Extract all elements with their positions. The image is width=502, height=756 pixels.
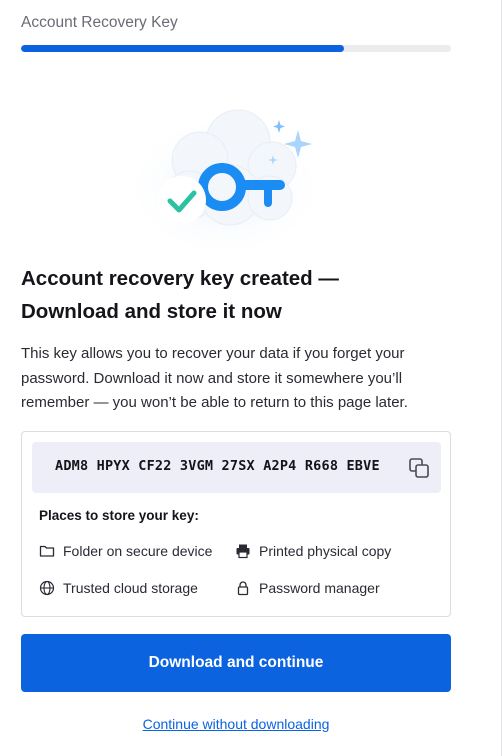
recovery-key-page: Account Recovery Key Account recovery ke… (0, 0, 502, 756)
lock-icon (235, 580, 251, 596)
continue-without-downloading-link[interactable]: Continue without downloading (0, 716, 472, 732)
page-title: Account recovery key created — Download … (21, 262, 461, 328)
folder-icon (39, 543, 55, 559)
recovery-key-box: ADM8 HPYX CF22 3VGM 27SX A2P4 R668 EBVE (32, 442, 441, 493)
place-label: Folder on secure device (63, 543, 213, 559)
recovery-key-card: ADM8 HPYX CF22 3VGM 27SX A2P4 R668 EBVE … (21, 431, 451, 617)
hero-illustration (130, 100, 330, 250)
step-title: Account Recovery Key (21, 14, 178, 31)
download-and-continue-button[interactable]: Download and continue (21, 634, 451, 692)
place-label: Trusted cloud storage (63, 580, 198, 596)
recovery-key-value[interactable]: ADM8 HPYX CF22 3VGM 27SX A2P4 R668 EBVE (55, 458, 380, 474)
printer-icon (235, 543, 251, 559)
copy-icon (409, 458, 429, 478)
place-item-cloud: Trusted cloud storage (39, 580, 198, 596)
place-item-printer: Printed physical copy (235, 543, 391, 559)
place-label: Printed physical copy (259, 543, 392, 559)
places-title: Places to store your key: (39, 508, 199, 523)
page-title-line-1: Account recovery key created — (21, 267, 339, 290)
place-item-password-manager: Password manager (235, 580, 380, 596)
checkmark-icon (158, 176, 206, 224)
copy-button[interactable] (405, 454, 433, 482)
place-item-folder: Folder on secure device (39, 543, 212, 559)
page-description: This key allows you to recover your data… (21, 345, 408, 411)
cloud-illustration (130, 109, 320, 250)
progress-bar (21, 45, 451, 52)
progress-fill (21, 45, 344, 52)
place-label: Password manager (259, 580, 380, 596)
page-title-line-2: Download and store it now (21, 300, 282, 323)
globe-icon (39, 580, 55, 596)
